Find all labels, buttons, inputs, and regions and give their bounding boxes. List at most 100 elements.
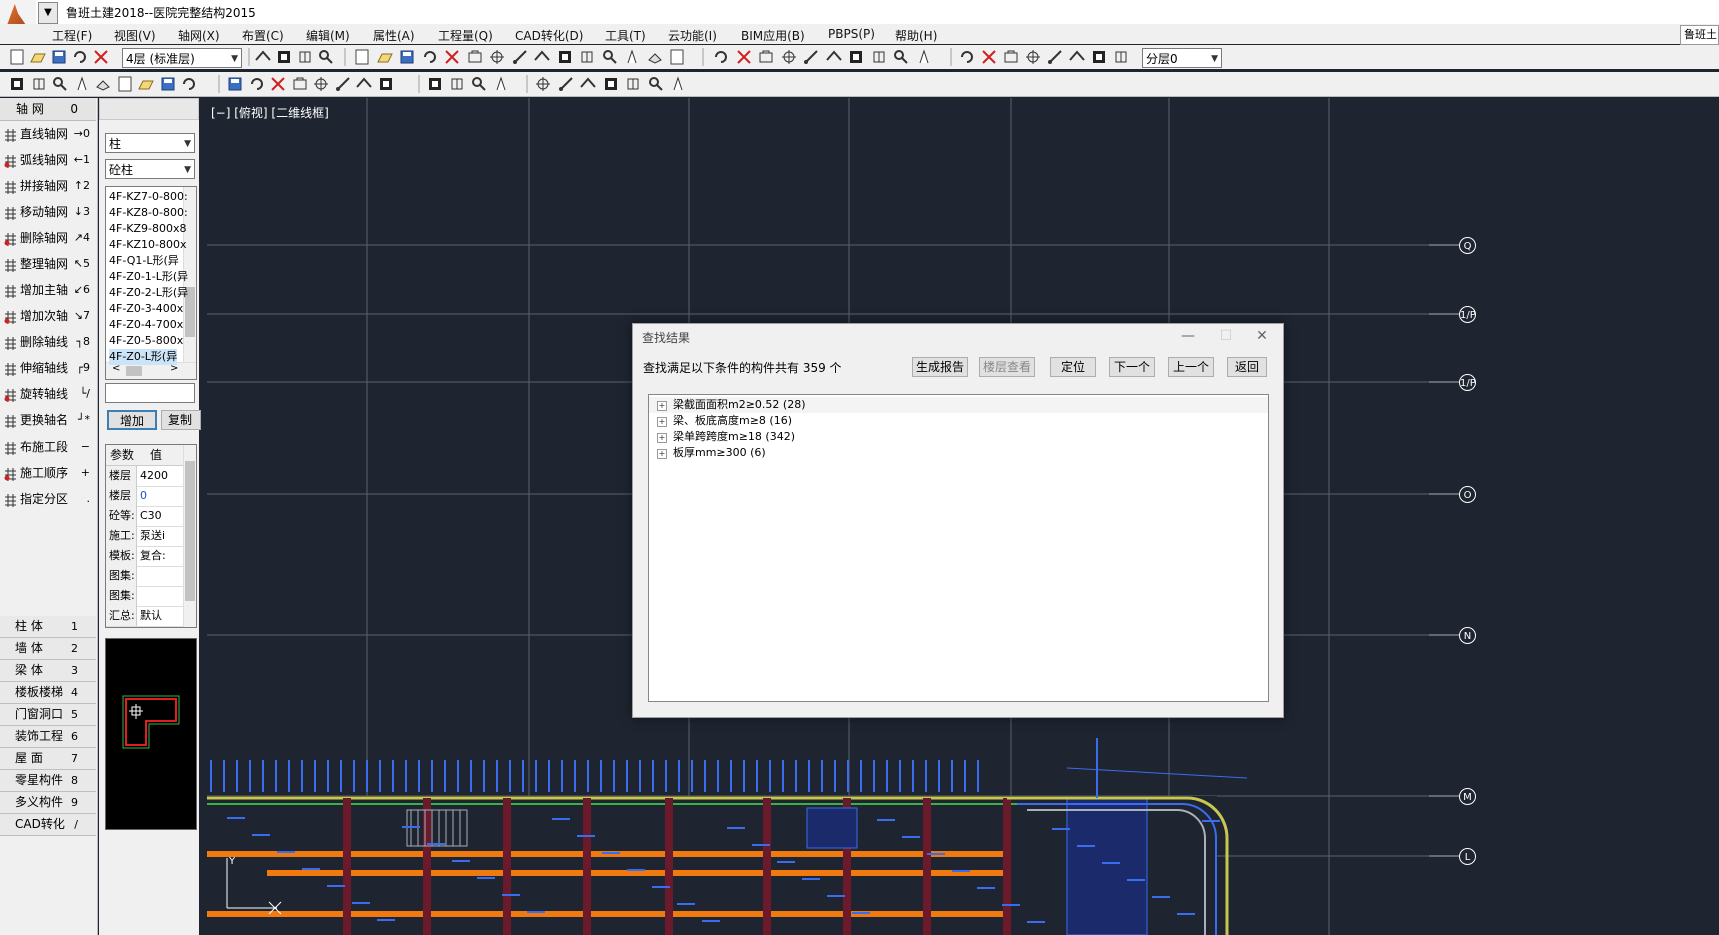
param-value[interactable]: C30 [140, 506, 180, 526]
draw-tool-icon[interactable] [735, 48, 753, 66]
component-list-item[interactable]: 4F-KZ7-0-800: [109, 189, 188, 205]
axis-bubble[interactable]: Q [1459, 237, 1476, 254]
param-row[interactable]: 模板: 复合: [106, 546, 183, 567]
minimize-icon[interactable]: — [1173, 326, 1203, 346]
modify-tool-icon[interactable] [601, 48, 619, 66]
line-tool-icon[interactable] [226, 75, 244, 93]
component-tool-icon[interactable] [8, 75, 26, 93]
menu-item[interactable]: 工程(F) [52, 27, 92, 44]
param-row[interactable]: 图集: [106, 586, 183, 607]
draw-tool-icon[interactable] [870, 48, 888, 66]
panel-grip[interactable] [99, 98, 199, 120]
axis-tool-icon[interactable] [492, 75, 510, 93]
tree-node[interactable]: + 板厚mm≥300 (6) [649, 445, 1268, 461]
modify-tool-icon[interactable] [488, 48, 506, 66]
component-list-item[interactable]: 4F-KZ9-800x8 [109, 221, 187, 237]
param-value[interactable]: 4200 [140, 466, 180, 486]
expand-icon[interactable]: + [657, 401, 667, 411]
nav-item[interactable]: 弧线轴网 ←1 [0, 148, 96, 172]
modify-tool-icon[interactable] [646, 48, 664, 66]
category-tab[interactable]: 屋 面 7 [0, 748, 96, 770]
modify-tool-icon[interactable] [556, 48, 574, 66]
param-row[interactable]: 施工: 泵送i [106, 526, 183, 547]
nav-item[interactable]: 增加主轴 ↙6 [0, 278, 96, 302]
edit-tool-icon[interactable] [275, 48, 293, 66]
component-list[interactable]: < > 4F-KZ7-0-800: 4F-KZ8-0-800: 4F-KZ9-800… [105, 186, 197, 380]
param-value[interactable]: 泵送i [140, 526, 180, 546]
3d-view-tool-icon[interactable] [557, 75, 575, 93]
component-list-item[interactable]: 4F-Z0-2-L形(异 [109, 285, 188, 301]
menu-item[interactable]: 属性(A) [373, 27, 415, 44]
back-button[interactable]: 返回 [1227, 357, 1267, 377]
view-tool-icon[interactable] [1024, 48, 1042, 66]
param-value[interactable]: 复合: [140, 546, 180, 566]
param-row[interactable]: 汇总: 默认 [106, 606, 183, 627]
menu-item[interactable]: PBPS(P) [828, 27, 875, 41]
hscroll-thumb[interactable] [126, 366, 142, 376]
modify-tool-icon[interactable] [668, 48, 686, 66]
category-tab[interactable]: 门窗洞口 5 [0, 704, 96, 726]
nav-item[interactable]: 删除轴线 ┐8 [0, 330, 96, 354]
param-value[interactable]: 默认 [140, 606, 180, 626]
axis-tool-icon[interactable] [426, 75, 444, 93]
component-tool-icon[interactable] [159, 75, 177, 93]
menu-item[interactable]: 视图(V) [114, 27, 156, 44]
menu-item[interactable]: 轴网(X) [178, 27, 220, 44]
nav-item[interactable]: 更换轴名 ┘* [0, 408, 96, 432]
component-tool-icon[interactable] [180, 75, 198, 93]
menu-item[interactable]: 工程量(Q) [438, 27, 493, 44]
component-list-item[interactable]: 4F-Z0-1-L形(异 [109, 269, 188, 285]
close-icon[interactable]: ✕ [1247, 326, 1277, 346]
view-tool-icon[interactable] [1090, 48, 1108, 66]
maximize-icon[interactable]: ☐ [1211, 326, 1241, 346]
nav-item[interactable]: 直线轴网 →0 [0, 122, 96, 146]
menu-item[interactable]: CAD转化(D) [515, 27, 583, 44]
params-scrollbar[interactable] [183, 445, 196, 627]
edit-tool-icon[interactable] [296, 48, 314, 66]
3d-view-tool-icon[interactable] [579, 75, 597, 93]
modify-tool-icon[interactable] [376, 48, 394, 66]
axis-bubble[interactable]: 1/P [1459, 374, 1476, 391]
nav-item[interactable]: 删除轴网 ↗4 [0, 226, 96, 250]
file-tool-icon[interactable] [71, 48, 89, 66]
modify-tool-icon[interactable] [623, 48, 641, 66]
menu-item[interactable]: 编辑(M) [306, 27, 350, 44]
modify-tool-icon[interactable] [466, 48, 484, 66]
line-tool-icon[interactable] [248, 75, 266, 93]
category-tab[interactable]: 装饰工程 6 [0, 726, 96, 748]
nav-item[interactable]: 整理轴网 ↖5 [0, 252, 96, 276]
scroll-thumb[interactable] [185, 461, 195, 601]
edit-tool-icon[interactable] [254, 48, 272, 66]
view-tool-icon[interactable] [958, 48, 976, 66]
axis-tool-icon[interactable] [448, 75, 466, 93]
subtype-select[interactable]: 砼柱 ▼ [105, 159, 195, 179]
menu-item[interactable]: 帮助(H) [895, 27, 937, 44]
corner-tab[interactable]: 鲁班土 [1680, 25, 1719, 45]
axis-bubble[interactable]: O [1459, 486, 1476, 503]
nav-item[interactable]: 布施工段 − [0, 435, 96, 459]
modify-tool-icon[interactable] [511, 48, 529, 66]
draw-tool-icon[interactable] [847, 48, 865, 66]
3d-view-tool-icon[interactable] [669, 75, 687, 93]
modify-tool-icon[interactable] [398, 48, 416, 66]
view-tool-icon[interactable] [980, 48, 998, 66]
component-list-item[interactable]: 4F-KZ10-800x [109, 237, 187, 253]
component-tool-icon[interactable] [30, 75, 48, 93]
category-tab[interactable]: CAD转化 / [0, 814, 96, 836]
component-list-item[interactable]: 4F-Q1-L形(异 [109, 253, 179, 269]
draw-tool-icon[interactable] [825, 48, 843, 66]
floor-select[interactable]: 4层 (标准层) ▼ [122, 48, 242, 68]
generate-report-button[interactable]: 生成报告 [912, 357, 968, 377]
line-tool-icon[interactable] [355, 75, 373, 93]
param-row[interactable]: 楼层 0 [106, 486, 183, 507]
category-tab[interactable]: 柱 体 1 [0, 616, 96, 638]
component-name-input[interactable] [105, 383, 195, 403]
3d-view-tool-icon[interactable] [534, 75, 552, 93]
file-tool-icon[interactable] [8, 48, 26, 66]
nav-item[interactable]: 施工顺序 + [0, 461, 96, 485]
draw-tool-icon[interactable] [712, 48, 730, 66]
3d-view-tool-icon[interactable] [647, 75, 665, 93]
component-tool-icon[interactable] [51, 75, 69, 93]
component-tool-icon[interactable] [137, 75, 155, 93]
tree-node[interactable]: + 梁单跨跨度m≥18 (342) [649, 429, 1268, 445]
